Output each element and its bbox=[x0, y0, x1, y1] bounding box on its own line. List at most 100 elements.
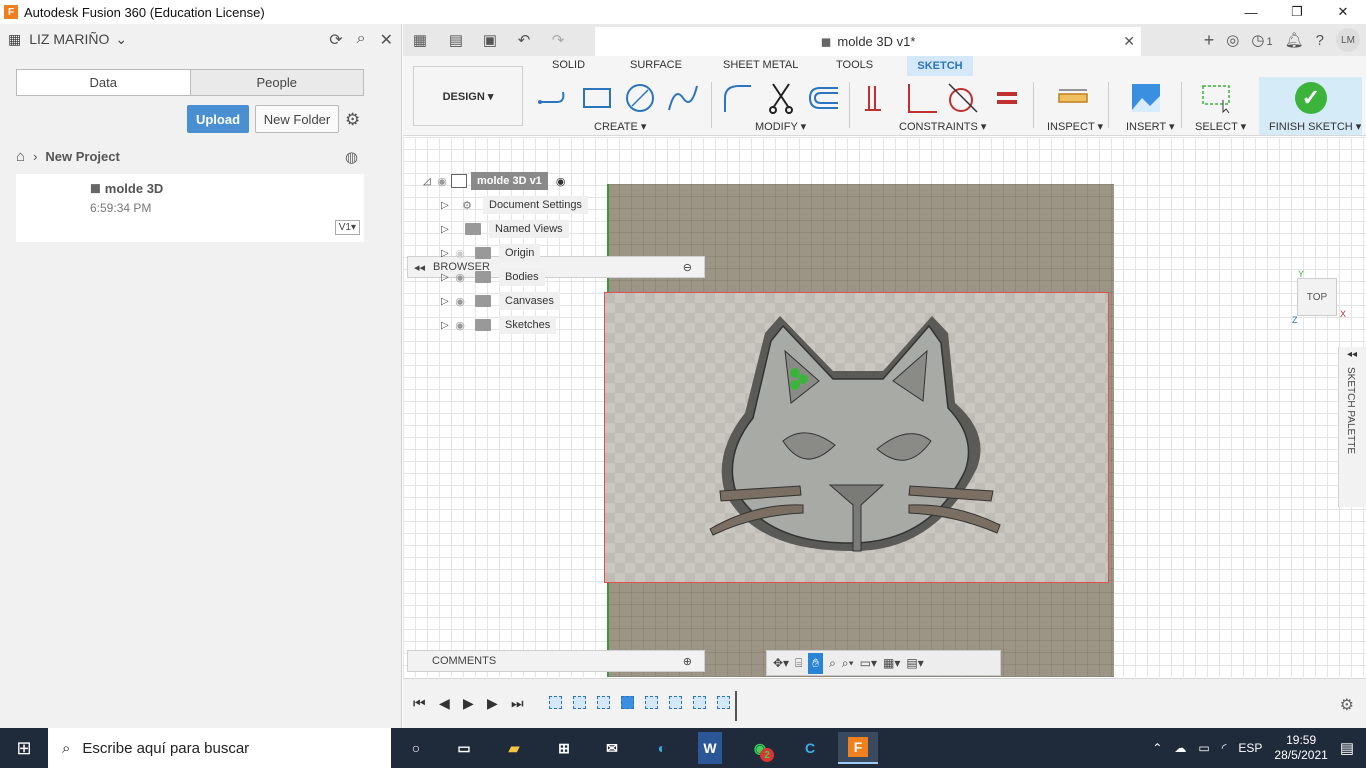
edge-icon[interactable]: ◐ bbox=[642, 732, 682, 764]
tray-expand-icon[interactable]: ⌃ bbox=[1152, 741, 1162, 755]
document-tab[interactable]: ◼ molde 3D v1* ✕ bbox=[595, 27, 1141, 56]
restore-button[interactable]: ❐ bbox=[1274, 0, 1320, 24]
viewcube[interactable]: TOP bbox=[1297, 278, 1337, 316]
globe-icon[interactable]: ◍ bbox=[345, 148, 358, 166]
tab-sketch[interactable]: SKETCH bbox=[907, 56, 973, 76]
cortana-app-icon[interactable]: C bbox=[790, 732, 830, 764]
new-tab-icon[interactable]: + bbox=[1204, 30, 1215, 51]
windows-start-icon[interactable]: ⊞ bbox=[0, 728, 48, 768]
store-icon[interactable]: ⊞ bbox=[544, 732, 584, 764]
tab-tools[interactable]: TOOLS bbox=[836, 59, 873, 71]
trim-scissors-icon[interactable] bbox=[765, 82, 797, 114]
file-explorer-icon[interactable]: ▰ bbox=[494, 732, 534, 764]
help-icon[interactable]: ? bbox=[1316, 32, 1324, 49]
tab-data[interactable]: Data bbox=[17, 70, 190, 95]
tab-surface[interactable]: SURFACE bbox=[630, 59, 682, 71]
browser-item-sketches[interactable]: ▷ ◉ Sketches bbox=[441, 314, 557, 336]
browser-root-label[interactable]: molde 3D v1 bbox=[471, 172, 548, 190]
step-forward-icon[interactable]: ▶ bbox=[487, 695, 498, 712]
word-icon[interactable]: W bbox=[698, 732, 722, 764]
sketch-palette-collapsed[interactable]: ◂◂ SKETCH PALETTE bbox=[1338, 347, 1366, 507]
activate-radio-icon[interactable]: ◉ bbox=[556, 175, 566, 188]
insert-menu[interactable]: INSERT ▾ bbox=[1126, 120, 1175, 133]
eye-hidden-icon[interactable]: ◉ bbox=[451, 247, 469, 260]
search-icon[interactable]: ⌕ bbox=[357, 30, 366, 50]
close-tab-icon[interactable]: ✕ bbox=[1123, 33, 1135, 50]
gear-icon[interactable]: ⚙ bbox=[345, 110, 360, 130]
go-to-end-icon[interactable]: ⏭ bbox=[511, 695, 524, 712]
expand-triangle-icon[interactable]: ▷ bbox=[441, 272, 451, 283]
notification-center-icon[interactable]: ▤ bbox=[1340, 739, 1354, 757]
fit-icon[interactable]: ⌕▾ bbox=[842, 656, 854, 671]
insert-image-icon[interactable] bbox=[1130, 82, 1162, 114]
coincident-constraint-icon[interactable] bbox=[861, 82, 893, 114]
collapse-browser-icon[interactable]: ◂◂ bbox=[414, 261, 425, 274]
grid-settings-icon[interactable]: ▦▾ bbox=[883, 656, 900, 670]
user-hub-name[interactable]: LIZ MARIÑO bbox=[29, 31, 109, 47]
timeline-extrude-feature[interactable] bbox=[645, 696, 658, 709]
expand-triangle-icon[interactable]: ▷ bbox=[441, 320, 451, 331]
expand-triangle-icon[interactable]: ▷ bbox=[441, 296, 451, 307]
timeline-extrude-feature[interactable] bbox=[693, 696, 706, 709]
display-settings-icon[interactable]: ▭▾ bbox=[860, 656, 877, 670]
browser-item-document-settings[interactable]: ▷ ⚙ Document Settings bbox=[441, 194, 588, 216]
redo-icon[interactable]: ↷ bbox=[545, 31, 571, 49]
timeline-sketch-feature[interactable] bbox=[717, 696, 730, 709]
expand-triangle-icon[interactable]: ▷ bbox=[441, 200, 451, 211]
timeline-sketch-feature[interactable] bbox=[549, 696, 562, 709]
create-menu[interactable]: CREATE ▾ bbox=[594, 120, 646, 133]
fillet-tool-icon[interactable] bbox=[721, 82, 753, 114]
play-icon[interactable]: ▶ bbox=[463, 695, 474, 712]
eye-icon[interactable]: ◉ bbox=[451, 271, 469, 284]
upload-button[interactable]: Upload bbox=[187, 105, 249, 133]
app-grid-icon[interactable]: ▦ bbox=[407, 31, 433, 49]
undo-icon[interactable]: ↶ bbox=[511, 31, 537, 49]
expand-triangle-icon[interactable]: ▷ bbox=[441, 248, 451, 259]
timeline-canvas-feature[interactable] bbox=[621, 696, 634, 709]
expand-palette-icon[interactable]: ◂◂ bbox=[1347, 349, 1357, 360]
notifications-icon[interactable]: 🔔︎ bbox=[1285, 31, 1304, 49]
measure-ruler-icon[interactable] bbox=[1057, 82, 1089, 114]
browser-item-bodies[interactable]: ▷ ◉ Bodies bbox=[441, 266, 545, 288]
browser-item-origin[interactable]: ▷ ◉ Origin bbox=[441, 242, 541, 264]
refresh-icon[interactable]: ⟳ bbox=[329, 30, 342, 50]
equal-constraint-icon[interactable] bbox=[991, 82, 1023, 114]
new-folder-button[interactable]: New Folder bbox=[255, 105, 339, 133]
timeline-sketch-feature[interactable] bbox=[597, 696, 610, 709]
save-icon[interactable]: ▣ bbox=[477, 31, 503, 49]
close-icon[interactable]: ✕ bbox=[380, 30, 393, 50]
timeline-marker[interactable] bbox=[735, 691, 737, 721]
file-name[interactable]: molde 3D bbox=[105, 181, 164, 196]
perpendicular-constraint-icon[interactable] bbox=[905, 82, 937, 114]
whatsapp-icon[interactable]: ◉ 2 bbox=[740, 732, 780, 764]
onedrive-icon[interactable]: ☁ bbox=[1174, 741, 1186, 755]
select-menu[interactable]: SELECT ▾ bbox=[1195, 120, 1246, 133]
tangent-constraint-icon[interactable] bbox=[947, 82, 979, 114]
timeline-extrude-feature[interactable] bbox=[573, 696, 586, 709]
mail-icon[interactable]: ✉ bbox=[592, 732, 632, 764]
offset-tool-icon[interactable] bbox=[808, 82, 840, 114]
inspect-menu[interactable]: INSPECT ▾ bbox=[1047, 120, 1103, 133]
timeline-sketch-feature[interactable] bbox=[669, 696, 682, 709]
browser-item-named-views[interactable]: ▷ Named Views bbox=[441, 218, 569, 240]
taskbar-search[interactable]: ⌕ Escribe aquí para buscar bbox=[48, 728, 391, 768]
workspace-switcher[interactable]: DESIGN ▾ bbox=[413, 66, 523, 126]
tab-sheet-metal[interactable]: SHEET METAL bbox=[723, 59, 798, 71]
clock[interactable]: 19:59 28/5/2021 bbox=[1274, 733, 1327, 763]
constraints-menu[interactable]: CONSTRAINTS ▾ bbox=[899, 120, 986, 133]
expand-triangle-icon[interactable]: ▷ bbox=[441, 224, 451, 235]
minus-icon[interactable]: ⊖ bbox=[683, 261, 692, 274]
add-comment-icon[interactable]: ⊕ bbox=[683, 655, 692, 668]
tab-people[interactable]: People bbox=[189, 70, 363, 95]
select-window-icon[interactable] bbox=[1201, 82, 1233, 114]
file-menu-icon[interactable]: ▤ bbox=[443, 31, 469, 49]
eye-icon[interactable]: ◉ bbox=[451, 319, 469, 332]
spline-tool-icon[interactable] bbox=[667, 82, 699, 114]
zoom-icon[interactable]: ⌕ bbox=[829, 656, 836, 671]
gear-icon[interactable]: ⚙ bbox=[1340, 695, 1354, 715]
pan-hand-icon[interactable]: ✋︎ bbox=[808, 652, 824, 674]
comments-panel[interactable]: COMMENTS ⊕ bbox=[407, 650, 705, 672]
viewports-icon[interactable]: ▤▾ bbox=[906, 656, 923, 670]
sketch-plane[interactable] bbox=[604, 292, 1109, 583]
line-tool-icon[interactable] bbox=[537, 82, 569, 114]
